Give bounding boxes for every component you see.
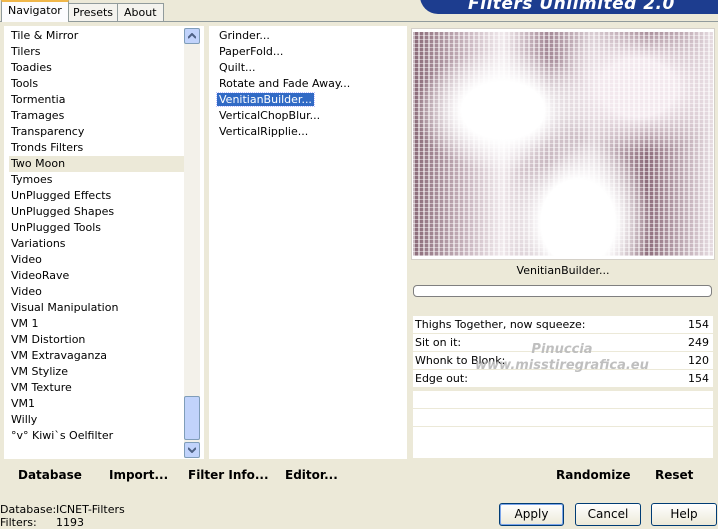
category-item[interactable]: Transparency — [9, 124, 184, 140]
param-empty-row — [413, 444, 713, 458]
filter-item-label: Rotate and Fade Away... — [219, 77, 351, 90]
category-item[interactable]: UnPlugged Effects — [9, 188, 184, 204]
tab-presets[interactable]: Presets — [66, 3, 121, 22]
category-item[interactable]: Tronds Filters — [9, 140, 184, 156]
category-item[interactable]: VM Texture — [9, 380, 184, 396]
progress-bar — [413, 285, 712, 297]
category-item[interactable]: VM1 — [9, 396, 184, 412]
category-item[interactable]: VM Distortion — [9, 332, 184, 348]
apply-button[interactable]: Apply — [499, 503, 564, 526]
chevron-up-icon — [188, 33, 196, 39]
filter-item-label: PaperFold... — [219, 45, 284, 58]
watermark: Pinuccia www.misstiregrafica.eu — [452, 342, 672, 374]
category-item[interactable]: Visual Manipulation — [9, 300, 184, 316]
category-item[interactable]: VM Extravaganza — [9, 348, 184, 364]
category-item[interactable]: Tramages — [9, 108, 184, 124]
category-item[interactable]: VM 1 — [9, 316, 184, 332]
category-list[interactable]: Tile & Mirror Tilers Toadies Tools Tormentia… — [9, 28, 184, 444]
app-title: Filters Unlimited 2.0 — [468, 0, 675, 14]
status-database: Database: ICNET-Filters — [0, 503, 125, 516]
param-value: 154 — [688, 372, 709, 385]
category-item[interactable]: Video — [9, 252, 184, 268]
randomize-button[interactable]: Randomize — [556, 468, 630, 482]
category-item[interactable]: Toadies — [9, 60, 184, 76]
cancel-button[interactable]: Cancel — [575, 503, 641, 526]
category-item[interactable]: Variations — [9, 236, 184, 252]
category-item[interactable]: Tools — [9, 76, 184, 92]
preview-filter-name: VenitianBuilder... — [516, 264, 610, 277]
param-row[interactable]: Thighs Together, now squeeze: 154 — [413, 316, 713, 334]
status-filters: Filters: 1193 — [0, 516, 84, 529]
watermark-name: Pinuccia — [531, 342, 593, 357]
category-item[interactable]: Tormentia — [9, 92, 184, 108]
param-label: Thighs Together, now squeeze: — [415, 318, 586, 331]
category-item[interactable]: Willy — [9, 412, 184, 428]
chevron-down-icon — [188, 447, 196, 453]
filter-item-label: VenitianBuilder... — [216, 92, 315, 107]
category-item[interactable]: UnPlugged Tools — [9, 220, 184, 236]
category-item[interactable]: Tymoes — [9, 172, 184, 188]
category-item[interactable]: Two Moon — [9, 156, 184, 172]
scroll-thumb[interactable] — [184, 396, 200, 440]
filter-list[interactable]: Grinder... PaperFold... Quilt... Rotate and… — [216, 28, 402, 140]
category-item[interactable]: VideoRave — [9, 268, 184, 284]
filter-item-label: VerticalRipplie... — [219, 125, 309, 138]
category-item[interactable]: Video — [9, 284, 184, 300]
filter-item[interactable]: VerticalRipplie... — [217, 124, 402, 140]
category-item[interactable]: UnPlugged Shapes — [9, 204, 184, 220]
filter-item[interactable]: VenitianBuilder... — [216, 92, 402, 108]
database-button[interactable]: Database — [18, 468, 82, 482]
filter-item-label: Grinder... — [219, 29, 270, 42]
filter-item[interactable]: Grinder... — [217, 28, 402, 44]
help-button[interactable]: Help — [651, 503, 717, 526]
filter-item-label: VerticalChopBlur... — [219, 109, 321, 122]
filter-item-label: Quilt... — [219, 61, 256, 74]
preview-image — [413, 32, 713, 256]
filter-info-button[interactable]: Filter Info... — [188, 468, 269, 482]
tab-about[interactable]: About — [117, 3, 164, 22]
watermark-url: www.misstiregrafica.eu — [475, 358, 649, 373]
import-button[interactable]: Import... — [109, 468, 168, 482]
param-empty-row — [413, 409, 713, 426]
category-item[interactable]: °v° Kiwi`s Oelfilter — [9, 428, 184, 444]
category-item[interactable]: Tile & Mirror — [9, 28, 184, 44]
scroll-up-button[interactable] — [184, 28, 200, 44]
category-scrollbar[interactable] — [184, 28, 200, 458]
param-empty-row — [413, 391, 713, 408]
editor-button[interactable]: Editor... — [285, 468, 338, 482]
filter-item[interactable]: Rotate and Fade Away... — [217, 76, 402, 92]
filter-item[interactable]: Quilt... — [217, 60, 402, 76]
scroll-down-button[interactable] — [184, 442, 200, 458]
filter-item[interactable]: PaperFold... — [217, 44, 402, 60]
reset-button[interactable]: Reset — [655, 468, 693, 482]
category-item[interactable]: Tilers — [9, 44, 184, 60]
category-item[interactable]: VM Stylize — [9, 364, 184, 380]
param-value: 120 — [688, 354, 709, 367]
param-empty-row — [413, 427, 713, 444]
param-value: 249 — [688, 336, 709, 349]
tab-navigator[interactable]: Navigator — [1, 0, 69, 22]
param-value: 154 — [688, 318, 709, 331]
filter-item[interactable]: VerticalChopBlur... — [217, 108, 402, 124]
